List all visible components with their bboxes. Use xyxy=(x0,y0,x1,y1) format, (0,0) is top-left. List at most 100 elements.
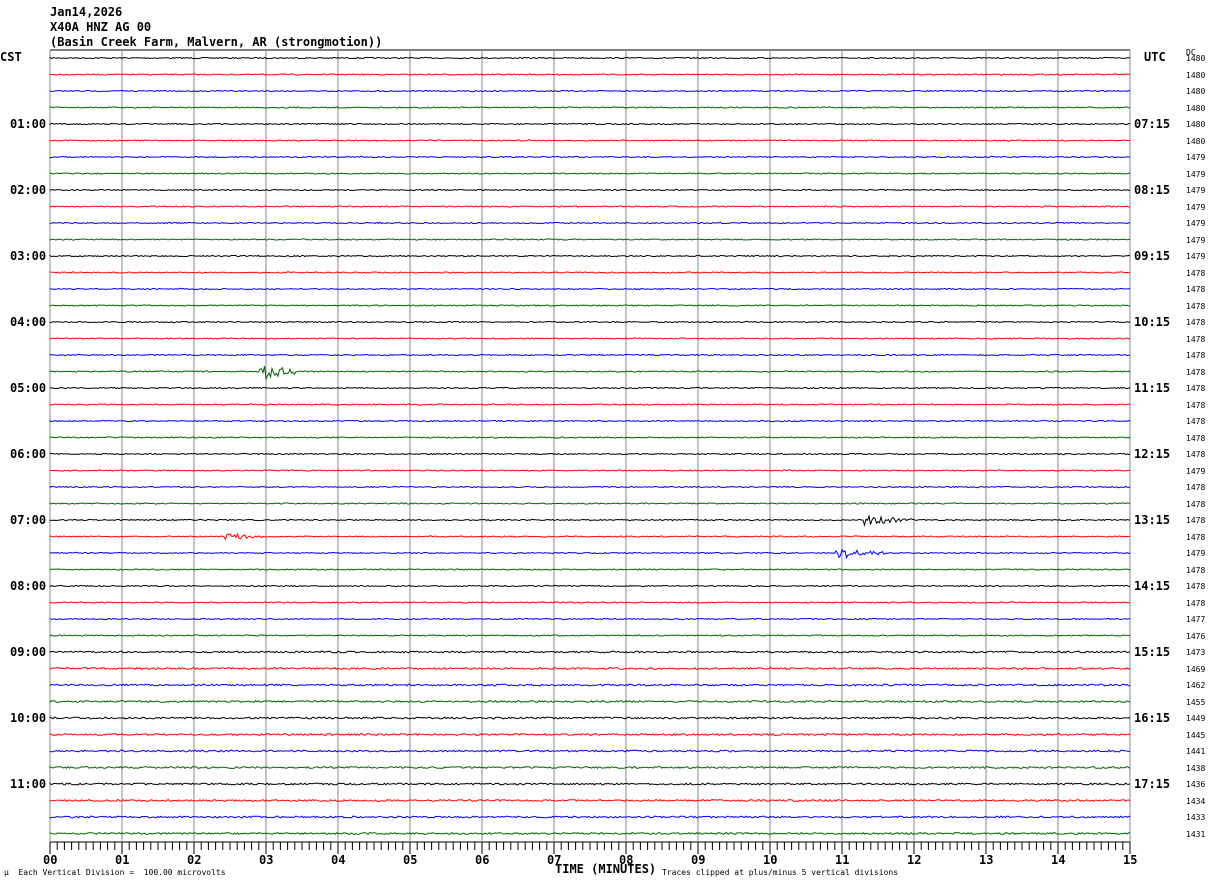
dc-value: 1480 xyxy=(1186,103,1206,113)
trace-19 xyxy=(49,365,1131,381)
scale-note-text: Each Vertical Division = 100.00 microvol… xyxy=(18,868,226,877)
dc-value: 1473 xyxy=(1186,648,1206,657)
dc-value: 1478 xyxy=(1186,400,1206,410)
trace-7 xyxy=(49,172,1131,175)
cst-hour-label: 10:00 xyxy=(10,711,47,725)
dc-value: 1433 xyxy=(1186,813,1206,822)
x-tick-label: 02 xyxy=(187,853,202,867)
x-tick-label: 00 xyxy=(43,853,58,867)
dc-value: 1478 xyxy=(1186,483,1206,492)
dc-value: 1479 xyxy=(1186,169,1206,179)
trace-28 xyxy=(49,514,1131,527)
utc-hour-label: 11:15 xyxy=(1134,381,1171,395)
trace-24 xyxy=(49,452,1131,456)
trace-4 xyxy=(49,122,1131,126)
cst-hour-label: 01:00 xyxy=(10,117,47,131)
dc-value: 1441 xyxy=(1186,747,1206,756)
trace-44 xyxy=(49,782,1131,786)
dc-value: 1478 xyxy=(1186,417,1206,426)
dc-value: 1431 xyxy=(1186,829,1206,839)
dc-value: 1479 xyxy=(1186,186,1206,195)
trace-37 xyxy=(49,666,1131,671)
dc-value: 1478 xyxy=(1186,516,1206,525)
trace-47 xyxy=(49,831,1131,836)
dc-value: 1478 xyxy=(1186,433,1206,443)
dc-value: 1479 xyxy=(1186,153,1206,162)
trace-23 xyxy=(49,436,1131,439)
dc-value: 1462 xyxy=(1186,681,1206,690)
x-tick-label: 04 xyxy=(331,853,346,867)
utc-hour-label: 17:15 xyxy=(1134,777,1171,791)
dc-value: 1478 xyxy=(1186,565,1206,575)
dc-value: 1480 xyxy=(1186,70,1206,80)
dc-value: 1478 xyxy=(1186,384,1206,393)
dc-value: 1434 xyxy=(1186,796,1206,806)
utc-hour-label: 07:15 xyxy=(1134,117,1171,131)
x-tick-label: 12 xyxy=(907,853,922,867)
dc-value: 1478 xyxy=(1186,334,1206,344)
trace-31 xyxy=(49,568,1131,571)
trace-9 xyxy=(49,205,1131,208)
trace-0 xyxy=(49,56,1131,60)
dc-value: 1480 xyxy=(1186,87,1206,96)
trace-29 xyxy=(49,532,1131,541)
dc-value: 1478 xyxy=(1186,268,1206,278)
dc-value: 1477 xyxy=(1186,615,1206,624)
dc-value: 1478 xyxy=(1186,499,1206,509)
trace-35 xyxy=(49,634,1131,637)
helicorder-plot xyxy=(49,49,1131,854)
x-tick-label: 03 xyxy=(259,853,274,867)
trace-46 xyxy=(49,815,1131,819)
cst-hour-label: 08:00 xyxy=(10,579,47,593)
trace-27 xyxy=(49,502,1131,505)
utc-hour-label: 09:15 xyxy=(1134,249,1171,263)
cst-hour-label: 11:00 xyxy=(10,777,47,791)
dc-value: 1479 xyxy=(1186,235,1206,245)
dc-value: 1436 xyxy=(1186,780,1206,789)
x-tick-label: 11 xyxy=(835,853,850,867)
trace-1 xyxy=(49,73,1131,76)
cst-hour-label: 03:00 xyxy=(10,249,47,263)
dc-value: 1480 xyxy=(1186,136,1206,146)
cst-hour-label: 09:00 xyxy=(10,645,47,659)
trace-34 xyxy=(49,617,1131,621)
trace-2 xyxy=(49,89,1131,93)
dc-value: 1476 xyxy=(1186,631,1206,641)
trace-20 xyxy=(49,386,1131,390)
trace-5 xyxy=(49,139,1131,142)
trace-17 xyxy=(49,337,1131,340)
x-tick-label: 10 xyxy=(763,853,778,867)
dc-value: 1478 xyxy=(1186,582,1206,591)
x-tick-label: 05 xyxy=(403,853,418,867)
trace-39 xyxy=(49,699,1131,704)
utc-hour-label: 10:15 xyxy=(1134,315,1171,329)
trace-15 xyxy=(49,304,1131,307)
trace-43 xyxy=(49,765,1131,770)
dc-value: 1478 xyxy=(1186,367,1206,377)
scale-note: μ Each Vertical Division = 100.00 microv… xyxy=(4,868,226,877)
x-axis-title: TIME (MINUTES) xyxy=(555,862,657,876)
trace-14 xyxy=(49,287,1131,291)
utc-hour-label: 14:15 xyxy=(1134,579,1171,593)
trace-22 xyxy=(49,419,1131,423)
utc-hour-label: 15:15 xyxy=(1134,645,1171,659)
trace-26 xyxy=(49,485,1131,489)
dc-value: 1478 xyxy=(1186,532,1206,542)
dc-value: 1478 xyxy=(1186,318,1206,327)
x-tick-label: 01 xyxy=(115,853,130,867)
trace-11 xyxy=(49,238,1131,241)
dc-value: 1478 xyxy=(1186,301,1206,311)
trace-12 xyxy=(49,254,1131,258)
dc-value: 1480 xyxy=(1186,54,1206,63)
trace-13 xyxy=(49,271,1131,274)
cst-hour-label: 07:00 xyxy=(10,513,47,527)
dc-value: 1479 xyxy=(1186,549,1206,558)
utc-hour-label: 16:15 xyxy=(1134,711,1171,725)
trace-42 xyxy=(49,749,1131,753)
dc-value: 1478 xyxy=(1186,450,1206,459)
clip-note: Traces clipped at plus/minus 5 vertical … xyxy=(662,868,899,877)
trace-10 xyxy=(49,221,1131,225)
cst-hour-label: 06:00 xyxy=(10,447,47,461)
dc-value: 1479 xyxy=(1186,252,1206,261)
dc-value: 1455 xyxy=(1186,697,1206,707)
